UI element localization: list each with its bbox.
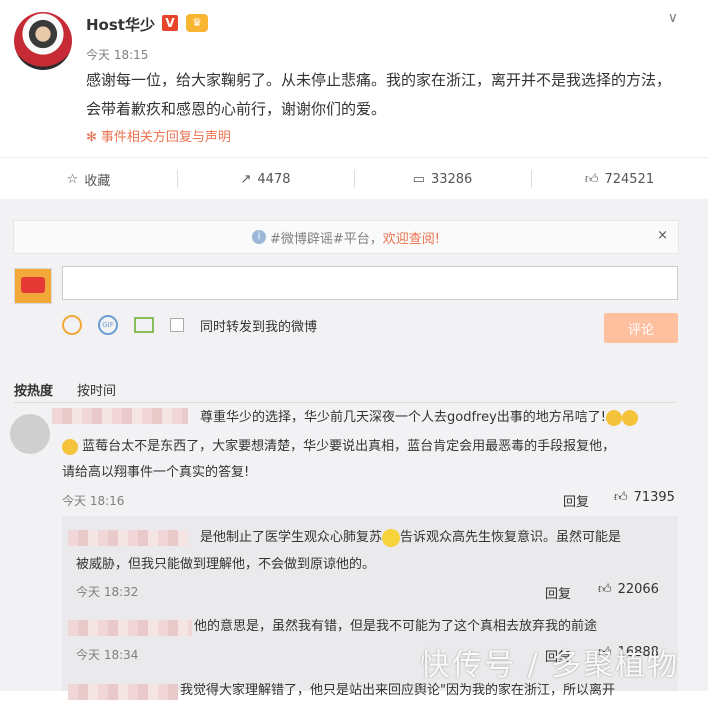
post-time[interactable]: 今天 18:15 (86, 46, 148, 63)
sort-tabs: 按热度 按时间 (14, 380, 116, 399)
close-icon[interactable]: × (657, 228, 668, 243)
notice-link[interactable]: 欢迎查阅! (383, 228, 440, 247)
reply-text-end: 告诉观众高先生恢复意识。虽然可能是 (400, 530, 622, 545)
star-icon: ☆ (66, 171, 79, 187)
image-icon[interactable] (134, 317, 154, 333)
divider (14, 402, 676, 403)
reply-button[interactable]: 回复 (545, 583, 571, 602)
post-content: 感谢每一位，给大家鞠躬了。从未停止悲痛。我的家在浙江，离开并不是我选择的方法，会… (86, 71, 672, 118)
blurred-username (52, 408, 188, 424)
verified-badge: V (162, 15, 178, 31)
comment-text-line3: 请给高以翔事件一个真实的答复! (62, 465, 250, 480)
forward-button[interactable]: ↗ 4478 (177, 158, 354, 200)
forward-count: 4478 (257, 171, 291, 187)
related-link-label: 事件相关方回复与声明 (100, 130, 231, 145)
rumor-notice: i #微博辟谣#平台， 欢迎查阅! × (13, 220, 679, 254)
comment-button[interactable]: ▭ 33286 (354, 158, 531, 200)
submit-comment-button[interactable]: 评论 (604, 313, 678, 343)
comment-time[interactable]: 今天 18:16 (62, 492, 124, 509)
forward-option-label: 同时转发到我的微博 (200, 319, 318, 335)
author-name[interactable]: Host华少 (86, 14, 155, 35)
emoji-icon[interactable] (62, 315, 82, 335)
composer-tools: GIF 同时转发到我的微博 (62, 312, 317, 338)
flower-icon: ✻ (86, 130, 97, 145)
reply-time[interactable]: 今天 18:34 (76, 646, 138, 663)
author-avatar[interactable] (14, 12, 72, 70)
favorite-button[interactable]: ☆ 收藏 (0, 158, 177, 200)
chevron-down-icon[interactable]: ∨ (668, 10, 678, 26)
comment-like-count: 71395 (633, 490, 675, 505)
crying-emoji-icon (622, 409, 638, 426)
reply-text-line2: 被威胁，但我只能做到理解他，不会做到原谅他的。 (76, 557, 376, 572)
blurred-username (68, 530, 188, 546)
comment-count: 33286 (430, 171, 473, 187)
watermark: 快传号 / 多聚植物 (420, 648, 680, 683)
blurred-username (68, 684, 178, 700)
reply-button[interactable]: 回复 (563, 491, 589, 510)
forward-checkbox[interactable] (170, 318, 184, 332)
related-link[interactable]: ✻ 事件相关方回复与声明 (86, 126, 231, 145)
comment-text-line2: 蓝莓台太不是东西了，大家要想清楚，华少要说出真相，蓝台肯定会用最恶毒的手段报复他… (62, 434, 682, 460)
thumb-up-icon: 👍︎ (614, 490, 628, 505)
reply-like-count: 22066 (617, 582, 659, 597)
reply-time[interactable]: 今天 18:32 (76, 583, 138, 600)
notice-text: #微博辟谣#平台， (269, 231, 383, 247)
thumb-up-icon: 👍︎ (598, 582, 612, 597)
like-button[interactable]: 👍︎ 724521 (531, 158, 708, 200)
smile-emoji-icon (382, 528, 401, 547)
reply-like-button[interactable]: 👍︎ 22066 (598, 582, 659, 597)
comment-text-line1: 尊重华少的选择，华少前几天深夜一个人去godfrey出事的地方吊唁了! (200, 410, 606, 425)
comment-input[interactable] (62, 266, 678, 300)
comment-text: 尊重华少的选择，华少前几天深夜一个人去godfrey出事的地方吊唁了! (200, 405, 680, 431)
commenter-avatar[interactable] (10, 414, 50, 454)
reply-text-start: 是他制止了医学生观众心肺复苏 (200, 530, 383, 545)
blurred-username (68, 620, 192, 636)
reply-text: 是他制止了医学生观众心肺复苏 告诉观众高先生恢复意识。虽然可能是 (200, 525, 680, 551)
share-icon: ↗ (240, 171, 252, 187)
comment-text-line2-content: 蓝莓台太不是东西了，大家要想清楚，华少要说出真相，蓝台肯定会用最恶毒的手段报复他… (82, 439, 616, 454)
tab-by-hot[interactable]: 按热度 (14, 380, 53, 399)
crying-emoji-icon (606, 409, 622, 426)
comment-like-button[interactable]: 👍︎ 71395 (614, 490, 675, 505)
action-bar: ☆ 收藏 ↗ 4478 ▭ 33286 👍︎ 724521 (0, 157, 708, 201)
like-count: 724521 (604, 171, 655, 187)
my-avatar[interactable] (14, 268, 52, 304)
weibo-post: Host华少 V ♛ ∨ 今天 18:15 感谢每一位，给大家鞠躬了。从未停止悲… (0, 0, 708, 157)
thumb-up-icon: 👍︎ (584, 171, 599, 187)
gif-icon[interactable]: GIF (98, 315, 118, 335)
crying-emoji-icon (62, 438, 78, 455)
reply-text: 他的意思是，虽然我有错，但是我不可能为了这个真相去放弃我的前途 (194, 619, 598, 634)
comment-icon: ▭ (412, 171, 425, 187)
crown-icon: ♛ (186, 14, 208, 32)
favorite-label: 收藏 (84, 173, 111, 189)
tab-by-time[interactable]: 按时间 (77, 380, 116, 399)
info-icon: i (251, 230, 266, 244)
